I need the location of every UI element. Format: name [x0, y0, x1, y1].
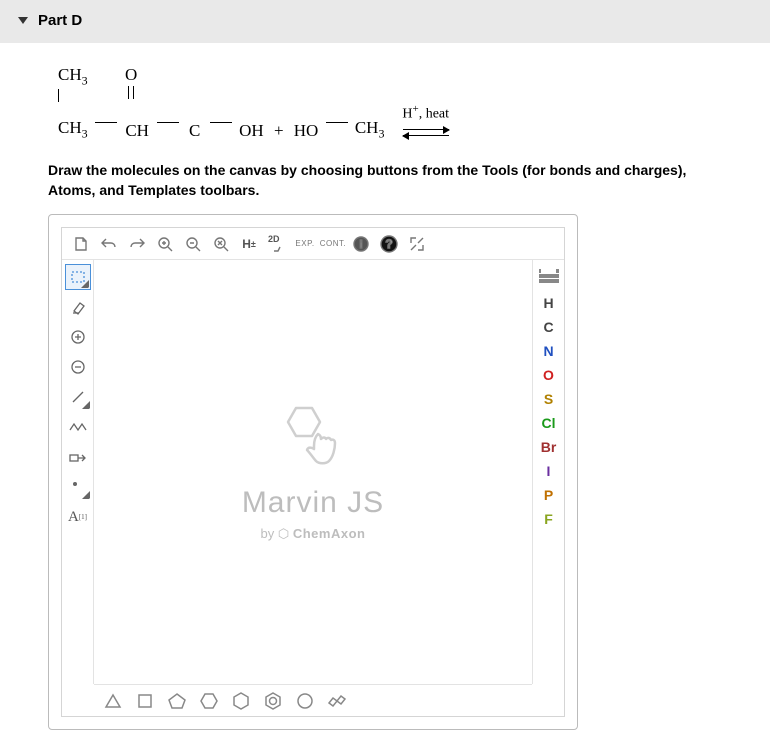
atom-h-button[interactable]: H	[536, 291, 562, 315]
zoom-out-button[interactable]	[180, 231, 206, 257]
atom-c-button[interactable]: C	[536, 315, 562, 339]
atoms-toolbar: HCNOSClBrIPF	[532, 260, 564, 684]
branding-byline: by ⬡ ChemAxon	[261, 526, 366, 542]
chain-tool[interactable]	[65, 414, 91, 440]
svg-text:?: ?	[385, 237, 392, 251]
svg-text:i: i	[359, 239, 362, 251]
marvin-editor: H± 2D EXP. CONT. i ? A[1]	[61, 227, 565, 717]
erase-tool[interactable]	[65, 294, 91, 320]
atom-br-button[interactable]: Br	[536, 435, 562, 459]
equilibrium-arrow-icon	[401, 125, 451, 141]
reaction-arrow-tool[interactable]	[65, 444, 91, 470]
atom-o-button[interactable]: O	[536, 363, 562, 387]
content-area: CH3 O CH3 CH C OH + HO CH3 H+, heat Draw…	[0, 43, 770, 754]
triangle-template[interactable]	[100, 689, 126, 713]
square-template[interactable]	[132, 689, 158, 713]
pentagon-template[interactable]	[164, 689, 190, 713]
atom-i-button[interactable]: I	[536, 459, 562, 483]
cyclohexane-template[interactable]	[228, 689, 254, 713]
hexagon-template[interactable]	[196, 689, 222, 713]
selection-tool[interactable]	[65, 264, 91, 290]
part-title: Part D	[38, 12, 82, 29]
top-toolbar: H± 2D EXP. CONT. i ?	[62, 228, 564, 260]
new-button[interactable]	[68, 231, 94, 257]
atom-f-button[interactable]: F	[536, 507, 562, 531]
radical-tool[interactable]	[65, 474, 91, 500]
clean-2d-button[interactable]: 2D	[264, 231, 290, 257]
single-bond-tool[interactable]	[65, 384, 91, 410]
charge-plus-tool[interactable]	[65, 324, 91, 350]
tools-toolbar: A[1]	[62, 260, 94, 684]
atom-n-button[interactable]: N	[536, 339, 562, 363]
instructions-text: Draw the molecules on the canvas by choo…	[48, 161, 722, 200]
periodic-table-button[interactable]	[536, 264, 562, 288]
hydrogen-toggle-button[interactable]: H±	[236, 231, 262, 257]
charge-minus-tool[interactable]	[65, 354, 91, 380]
fullscreen-button[interactable]	[404, 231, 430, 257]
atom-s-button[interactable]: S	[536, 387, 562, 411]
chair-template[interactable]	[324, 689, 350, 713]
part-header[interactable]: Part D	[0, 0, 770, 43]
templates-toolbar	[94, 684, 532, 716]
info-button[interactable]: i	[348, 231, 374, 257]
collapse-icon	[18, 17, 28, 24]
help-button[interactable]: ?	[376, 231, 402, 257]
atom-cl-button[interactable]: Cl	[536, 411, 562, 435]
benzene-template[interactable]	[260, 689, 286, 713]
contract-button[interactable]: CONT.	[320, 231, 346, 257]
reaction-equation: CH3 O CH3 CH C OH + HO CH3 H+, heat	[58, 65, 722, 141]
canvas-placeholder-icon	[278, 402, 348, 472]
any-atom-tool[interactable]: A[1]	[65, 504, 91, 530]
undo-button[interactable]	[96, 231, 122, 257]
zoom-in-button[interactable]	[152, 231, 178, 257]
atom-p-button[interactable]: P	[536, 483, 562, 507]
redo-button[interactable]	[124, 231, 150, 257]
zoom-fit-button[interactable]	[208, 231, 234, 257]
expand-button[interactable]: EXP.	[292, 231, 318, 257]
drawing-canvas[interactable]: Marvin JS by ⬡ ChemAxon	[94, 260, 532, 684]
branding-title: Marvin JS	[242, 486, 384, 520]
editor-panel: H± 2D EXP. CONT. i ? A[1]	[48, 214, 578, 730]
heptagon-template[interactable]	[292, 689, 318, 713]
